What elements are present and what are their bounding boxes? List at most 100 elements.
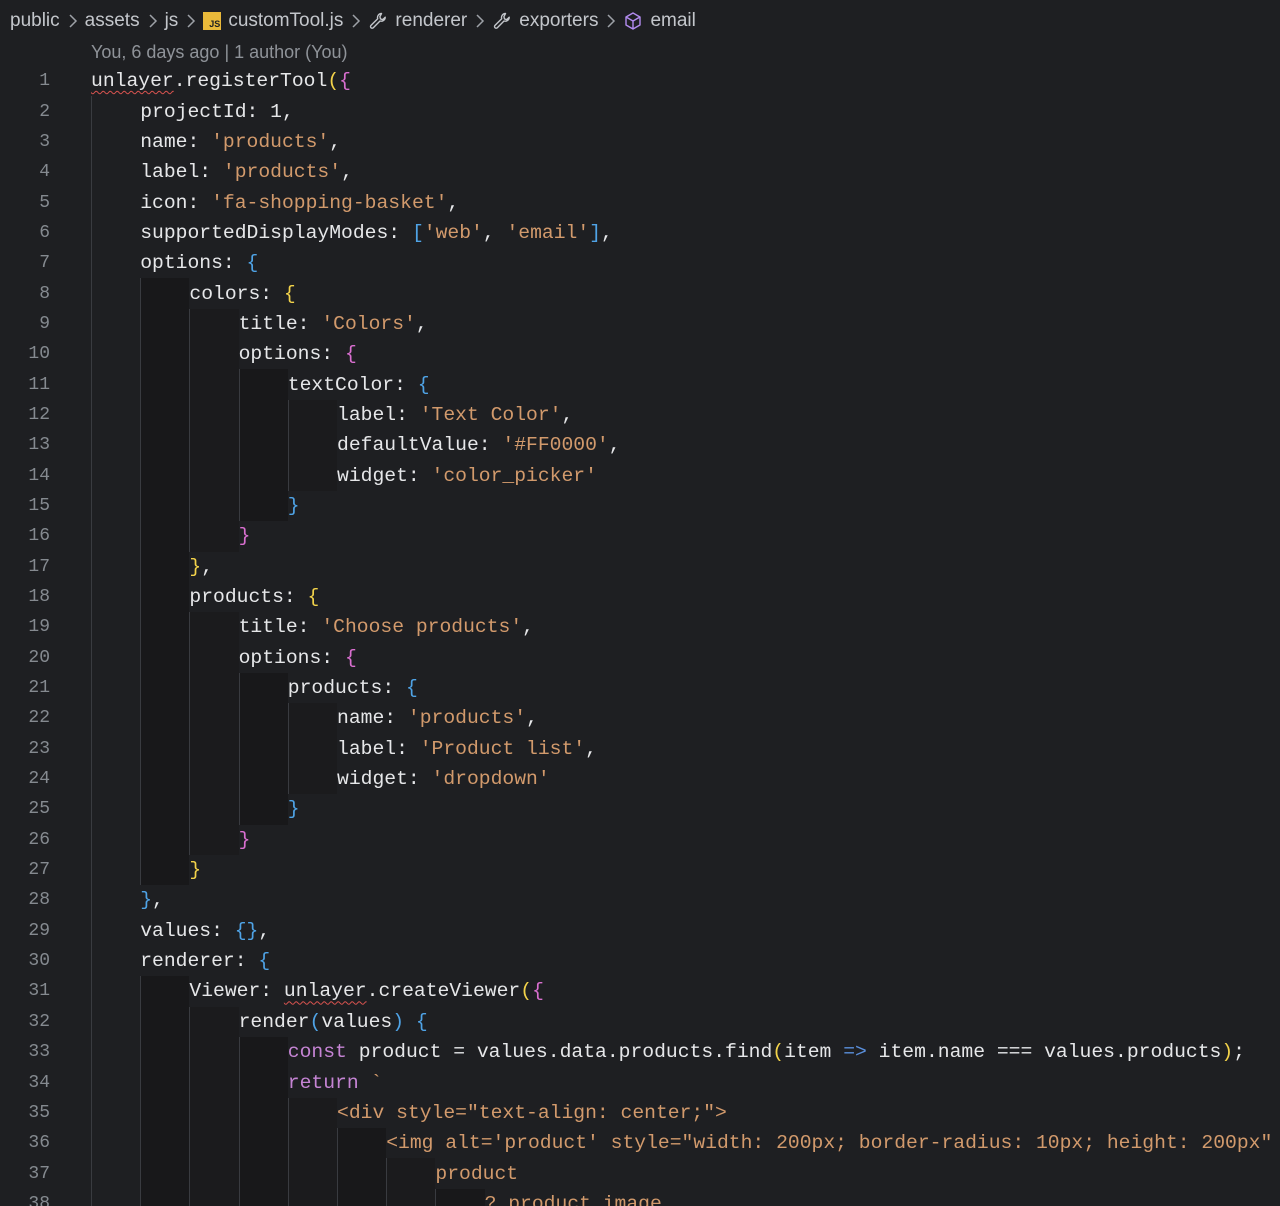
indent-guide: [238, 672, 288, 704]
indent-guide: [140, 1128, 190, 1159]
indent-guide: [91, 1097, 140, 1129]
code-line[interactable]: 31 Viewer: unlayer. createViewer({: [0, 976, 1280, 1007]
code-token: :: [222, 252, 247, 275]
code-line[interactable]: 35 <div style="text-align: center;">: [0, 1097, 1280, 1129]
code-token: 'fa-shopping-basket': [211, 191, 448, 214]
code-token: Viewer: [189, 980, 261, 1003]
line-number: 16: [28, 526, 50, 547]
code-line[interactable]: 4 label: 'products',: [0, 157, 1280, 188]
code-line[interactable]: 33 const product = values. data. products. f…: [0, 1037, 1280, 1068]
code-token: 'Text Color': [419, 403, 562, 426]
code-text: }: [239, 825, 251, 855]
indent-guide: [189, 642, 239, 673]
code-line[interactable]: 22 name: 'products',: [0, 703, 1280, 734]
code-line[interactable]: 17},: [0, 551, 1280, 582]
code-line[interactable]: 24 widget: 'dropdown': [0, 763, 1280, 795]
breadcrumb-item-renderer[interactable]: renderer: [368, 10, 467, 32]
breadcrumb-item-public[interactable]: public: [10, 10, 60, 32]
indent-guide: [189, 339, 239, 370]
code-token: widget: [337, 768, 408, 791]
code-token: 1: [270, 100, 282, 123]
code-line[interactable]: 30 renderer: {: [0, 945, 1280, 977]
code-line[interactable]: 28},: [0, 885, 1280, 916]
indent-guide: [91, 126, 140, 158]
code-token: 'dropdown': [431, 768, 550, 791]
line-number: 11: [28, 374, 50, 395]
code-token: product: [435, 1162, 519, 1185]
code-line[interactable]: 23 label: 'Product list',: [0, 733, 1280, 764]
code-line[interactable]: 12 label: 'Text Color',: [0, 399, 1280, 431]
code-line[interactable]: 14 widget: 'color_picker': [0, 460, 1280, 491]
code-line[interactable]: 1 unlayer. registerTool({: [0, 66, 1280, 96]
code-text: products: {: [288, 673, 418, 703]
indent-guide: [287, 703, 337, 734]
code-line[interactable]: 7 options: {: [0, 248, 1280, 279]
indent-guide: [140, 581, 190, 613]
line-number: 29: [28, 920, 50, 941]
code-line[interactable]: 18 products: {: [0, 581, 1280, 613]
code-token: values: [321, 1010, 393, 1033]
code-token: {: [344, 646, 357, 669]
code-token: :: [246, 100, 271, 123]
code-line[interactable]: 19 title: 'Choose products',: [0, 612, 1280, 643]
indent-guide: [140, 854, 190, 886]
code-line[interactable]: 20 options: {: [0, 642, 1280, 673]
code-line[interactable]: 10 options: {: [0, 339, 1280, 370]
code-line[interactable]: 15}: [0, 490, 1280, 522]
code-token: name: [337, 707, 385, 730]
code-line[interactable]: 38 ? product.image: [0, 1188, 1280, 1206]
line-number: 26: [28, 829, 50, 850]
code-token: label: [337, 403, 397, 426]
indent-guide: [140, 369, 190, 400]
indent-guide: [287, 1188, 337, 1206]
code-line[interactable]: 34 return `: [0, 1067, 1280, 1098]
code-line[interactable]: 27}: [0, 854, 1280, 886]
code-token: unlayer: [283, 980, 367, 1003]
code-line[interactable]: 3 name: 'products',: [0, 126, 1280, 158]
code-token: item: [784, 1041, 832, 1064]
line-number: 14: [28, 465, 50, 486]
code-token: .: [173, 70, 186, 93]
code-line[interactable]: 36 <img alt='product' style="width: 200px…: [0, 1128, 1280, 1159]
code-token: title: [238, 312, 298, 335]
breadcrumb-item-customtool-js[interactable]: JS customTool.js: [203, 10, 343, 32]
line-number: 15: [28, 495, 50, 516]
breadcrumb-item-email[interactable]: email: [623, 10, 696, 32]
code-line[interactable]: 25}: [0, 794, 1280, 825]
code-line[interactable]: 5 icon: 'fa-shopping-basket',: [0, 187, 1280, 218]
breadcrumb-item-assets[interactable]: assets: [85, 10, 140, 32]
breadcrumb-label: public: [10, 10, 60, 31]
code-editor[interactable]: 1 unlayer. registerTool({2 projectId: 1, 3 na…: [0, 66, 1280, 1206]
code-line[interactable]: 9 title: 'Colors',: [0, 308, 1280, 340]
code-line[interactable]: 13 defaultValue: '#FF0000',: [0, 430, 1280, 461]
code-line[interactable]: 32 render(values) {: [0, 1006, 1280, 1037]
code-line[interactable]: 37 product: [0, 1158, 1280, 1189]
code-text: }: [288, 491, 300, 521]
code-line[interactable]: 2 projectId: 1,: [0, 96, 1280, 127]
breadcrumb-item-exporters[interactable]: exporters: [492, 10, 598, 32]
code-token: name: [937, 1041, 986, 1064]
code-token: products: [189, 586, 284, 609]
code-token: {: [307, 586, 320, 609]
code-token: 'email': [506, 221, 590, 244]
code-line[interactable]: 6 supportedDisplayModes: ['web', 'email']…: [0, 217, 1280, 249]
indent-guide: [189, 824, 239, 855]
line-number: 18: [28, 587, 50, 608]
code-token: name: [140, 130, 188, 153]
code-line[interactable]: 8 colors: {: [0, 278, 1280, 309]
code-token: projectId: [140, 100, 247, 123]
code-line[interactable]: 29 values: {},: [0, 915, 1280, 946]
code-line[interactable]: 16}: [0, 521, 1280, 552]
code-token: ===: [985, 1041, 1045, 1064]
code-line[interactable]: 21 products: {: [0, 672, 1280, 704]
breadcrumb-item-js[interactable]: js: [165, 10, 179, 32]
indent-guide: [91, 945, 140, 977]
line-number: 32: [28, 1011, 50, 1032]
indent-guide: [140, 1188, 190, 1206]
indent-guide: [91, 551, 140, 582]
indent-guide: [238, 703, 288, 734]
code-line[interactable]: 11 textColor: {: [0, 369, 1280, 400]
code-line[interactable]: 26}: [0, 824, 1280, 855]
indent-guide: [91, 308, 140, 340]
code-token: render: [238, 1010, 310, 1033]
